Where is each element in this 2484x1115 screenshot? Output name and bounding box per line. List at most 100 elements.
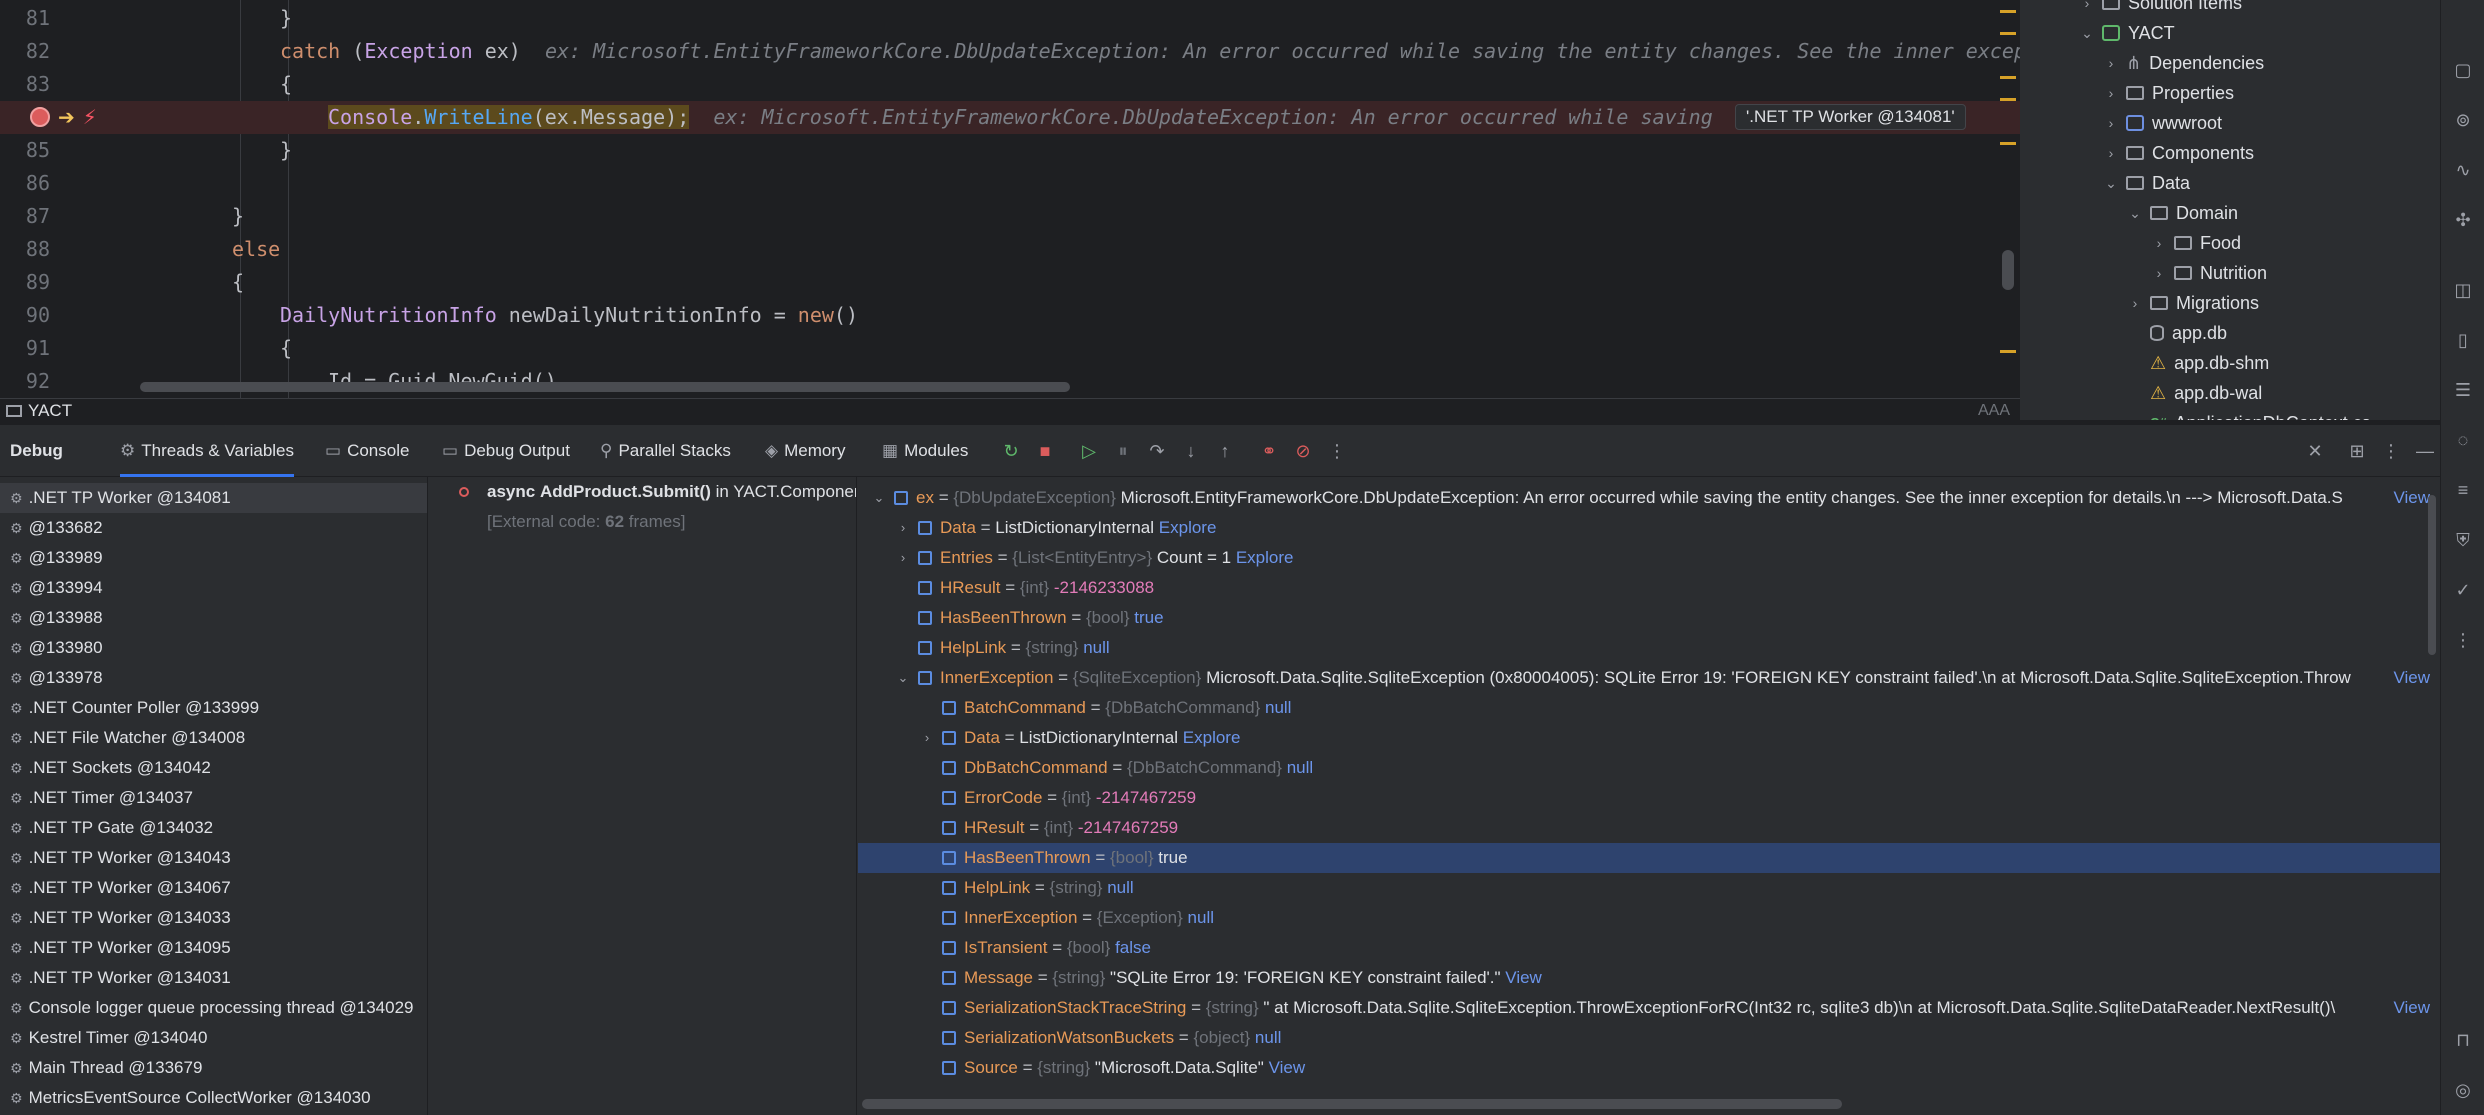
variable-row[interactable]: IsTransient = {bool} false [858, 933, 2440, 963]
rerun-icon[interactable]: ↻ [1000, 440, 1022, 462]
chevron-down-icon[interactable]: ⌄ [2104, 168, 2118, 198]
chevron-right-icon[interactable]: › [2104, 138, 2118, 168]
editor-horizontal-scrollbar[interactable] [140, 382, 1070, 392]
thread-item[interactable]: ⚙ .NET TP Gate @134032 [0, 813, 427, 843]
variable-row[interactable]: SerializationWatsonBuckets = {object} nu… [858, 1023, 2440, 1053]
explore-link[interactable]: Explore [1236, 548, 1294, 567]
variable-row[interactable]: SerializationStackTraceString = {string}… [858, 993, 2440, 1023]
variable-row[interactable]: HResult = {int} -2146233088 [858, 573, 2440, 603]
breakpoint-icon[interactable] [30, 107, 50, 127]
variable-row[interactable]: ErrorCode = {int} -2147467259 [858, 783, 2440, 813]
frames-list[interactable]: async AddProduct.Submit() in YACT.Compon… [429, 477, 857, 1115]
thread-item[interactable]: ⚙ @133980 [0, 633, 427, 663]
chevron-right-icon[interactable]: › [2104, 48, 2118, 78]
explorer-icon[interactable]: ▢ [2453, 60, 2473, 80]
tree-item[interactable]: ⚠ app.db-wal [2128, 378, 2262, 408]
structure-icon[interactable]: ⊚ [2453, 110, 2473, 130]
tree-item[interactable]: › Food [2152, 228, 2241, 258]
thread-item[interactable]: ⚙ @133682 [0, 513, 427, 543]
reader-mode-toggle[interactable]: AAA [1978, 399, 2010, 423]
tree-item[interactable]: app.db [2128, 318, 2227, 348]
step-over-icon[interactable]: ↷ [1146, 440, 1168, 462]
stack-icon[interactable]: ≡ [2453, 480, 2473, 500]
view-link[interactable]: View [2387, 663, 2430, 693]
variable-row[interactable]: HelpLink = {string} null [858, 873, 2440, 903]
tab-parallel-stacks[interactable]: ⚲ Parallel Stacks [600, 425, 731, 477]
database-icon[interactable]: ◫ [2453, 280, 2473, 300]
variable-row[interactable]: Source = {string} "Microsoft.Data.Sqlite… [858, 1053, 2440, 1083]
layout-icon[interactable]: ⊞ [2346, 440, 2368, 462]
thread-item[interactable]: ⚙ .NET TP Worker @134043 [0, 843, 427, 873]
step-out-icon[interactable]: ↑ [1214, 440, 1236, 462]
thread-item[interactable]: ⚙ @133994 [0, 573, 427, 603]
chevron-down-icon[interactable]: ⌄ [2128, 198, 2142, 228]
variable-row[interactable]: HasBeenThrown = {bool} true [858, 843, 2440, 873]
minimize-icon[interactable]: — [2414, 440, 2436, 462]
chevron-down-icon[interactable]: ⌄ [896, 663, 910, 693]
thread-item[interactable]: ⚙ Console logger queue processing thread … [0, 993, 427, 1023]
code-editor[interactable]: 81} 82 catch (Exception ex) ex: Microsoft.… [0, 0, 2020, 398]
thread-item[interactable]: ⚙ .NET Timer @134037 [0, 783, 427, 813]
tree-item[interactable]: C# ApplicationDbContext.cs [2128, 408, 2371, 420]
variable-row[interactable]: › Data = ListDictionaryInternal Explore [858, 513, 2440, 543]
notification-icon[interactable]: ◌ [2453, 430, 2473, 450]
thread-item[interactable]: ⚙ .NET TP Worker @134033 [0, 903, 427, 933]
tree-item[interactable]: › ⋔ Dependencies [2104, 48, 2265, 78]
code-line[interactable]: 85} [0, 134, 2020, 167]
thread-item[interactable]: ⚙ @133988 [0, 603, 427, 633]
tree-icon[interactable]: ⊓ [2453, 1030, 2473, 1050]
shield-icon[interactable]: ⛨ [2453, 530, 2473, 550]
code-line[interactable]: 89 { [0, 266, 2020, 299]
tree-item[interactable]: › Solution Items [2080, 0, 2242, 18]
code-line[interactable]: 87} [0, 200, 2020, 233]
thread-item[interactable]: ⚙ .NET Counter Poller @133999 [0, 693, 427, 723]
chevron-right-icon[interactable]: › [2080, 0, 2094, 18]
thread-item[interactable]: ⚙ MetricsEventSource CollectWorker @13403… [0, 1083, 427, 1113]
tab-debug[interactable]: Debug [10, 425, 63, 477]
thread-item[interactable]: ⚙ .NET TP Worker @134095 [0, 933, 427, 963]
chevron-down-icon[interactable]: ⌄ [2080, 18, 2094, 48]
variable-row[interactable]: Message = {string} "SQLite Error 19: 'FO… [858, 963, 2440, 993]
variable-row[interactable]: HResult = {int} -2147467259 [858, 813, 2440, 843]
close-icon[interactable]: ✕ [2304, 440, 2326, 462]
chevron-right-icon[interactable]: › [896, 513, 910, 543]
variable-row[interactable]: ⌄ InnerException = {SqliteException} Micr… [858, 663, 2440, 693]
variable-row[interactable]: HasBeenThrown = {bool} true [858, 603, 2440, 633]
stop-icon[interactable]: ■ [1034, 440, 1056, 462]
tab-threads-variables[interactable]: ⚙ Threads & Variables [120, 425, 295, 477]
breadcrumb-project[interactable]: YACT [28, 401, 72, 420]
external-code-frame[interactable]: [External code: 62 frames] [429, 507, 856, 537]
code-line[interactable]: 91 { [0, 332, 2020, 365]
chevron-right-icon[interactable]: › [2152, 258, 2166, 288]
code-line[interactable]: 82 catch (Exception ex) ex: Microsoft.Ent… [0, 35, 2020, 68]
thread-item[interactable]: ⚙ @133989 [0, 543, 427, 573]
thread-item[interactable]: ⚙ .NET Sockets @134042 [0, 753, 427, 783]
tab-modules[interactable]: ▦ Modules [882, 425, 968, 477]
variable-row[interactable]: › Entries = {List<EntityEntry>} Count = 1… [858, 543, 2440, 573]
chevron-down-icon[interactable]: ⌄ [872, 483, 886, 513]
chevron-right-icon[interactable]: › [2104, 108, 2118, 138]
view-link[interactable]: View [2387, 483, 2430, 513]
code-line[interactable]: 88 else [0, 233, 2020, 266]
code-line[interactable]: 81} [0, 2, 2020, 35]
tree-item[interactable]: › Migrations [2128, 288, 2259, 318]
activity-icon[interactable]: ∿ [2453, 160, 2473, 180]
variable-row[interactable]: ⌄ ex = {DbUpdateException} Microsoft.Enti… [858, 483, 2440, 513]
code-line[interactable]: 90 DailyNutritionInfo newDailyNutritionIn… [0, 299, 2020, 332]
view-link[interactable]: View [2387, 993, 2430, 1023]
check-icon[interactable]: ✓ [2453, 580, 2473, 600]
tree-item[interactable]: ⌄ Data [2104, 168, 2190, 198]
variable-row[interactable]: HelpLink = {string} null [858, 633, 2440, 663]
chevron-right-icon[interactable]: › [2128, 288, 2142, 318]
tree-item[interactable]: › Properties [2104, 78, 2234, 108]
threads-list[interactable]: ⚙ .NET TP Worker @134081 ⚙ @133682 ⚙ @133989 ⚙… [0, 477, 428, 1115]
pause-icon[interactable]: ⏸ [1112, 440, 1134, 462]
variables-vertical-scrollbar[interactable] [2428, 495, 2436, 655]
view-breakpoints-icon[interactable]: ⚭ [1258, 440, 1280, 462]
explore-link[interactable]: Explore [1183, 728, 1241, 747]
bookmark-icon[interactable]: ▯ [2453, 330, 2473, 350]
variable-row[interactable]: DbBatchCommand = {DbBatchCommand} null [858, 753, 2440, 783]
variables-tree[interactable]: ⌄ ex = {DbUpdateException} Microsoft.Enti… [858, 477, 2440, 1115]
editor-vertical-scrollbar[interactable] [2002, 250, 2014, 290]
tree-item[interactable]: ⚠ app.db-shm [2128, 348, 2269, 378]
